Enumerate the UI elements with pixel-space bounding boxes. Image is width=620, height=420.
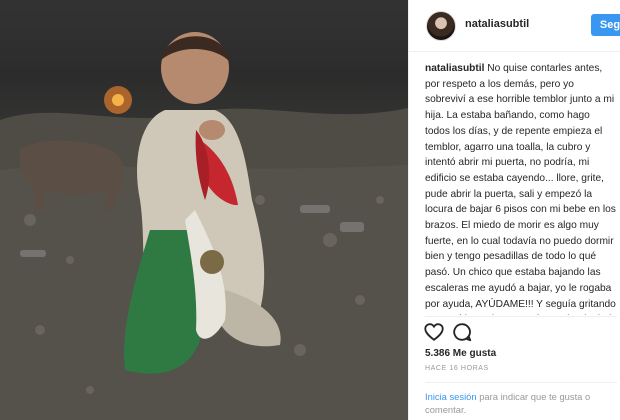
photo-illustration — [0, 0, 408, 420]
comment-icon[interactable] — [451, 321, 473, 343]
caption-text: No quise contarles antes, por respeto a … — [425, 63, 617, 315]
caption: nataliasubtil No quise contarles antes, … — [425, 61, 617, 315]
username-link[interactable]: nataliasubtil — [465, 18, 529, 30]
like-count[interactable]: 5.386 Me gusta — [425, 348, 496, 359]
post-sidebar: nataliasubtil Seguir nataliasubtil No qu… — [408, 0, 620, 420]
post-header: nataliasubtil Seguir — [409, 0, 620, 52]
caption-username[interactable]: nataliasubtil — [425, 63, 484, 74]
follow-button[interactable]: Seguir — [591, 14, 620, 36]
login-prompt: Inicia sesión para indicar que te gusta … — [425, 390, 620, 416]
post-photo — [0, 0, 408, 420]
divider — [425, 382, 617, 383]
timestamp[interactable]: HACE 16 HORAS — [425, 365, 489, 372]
avatar[interactable] — [426, 11, 456, 41]
login-link[interactable]: Inicia sesión — [425, 391, 477, 402]
heart-icon[interactable] — [423, 321, 445, 343]
divider — [425, 316, 617, 317]
